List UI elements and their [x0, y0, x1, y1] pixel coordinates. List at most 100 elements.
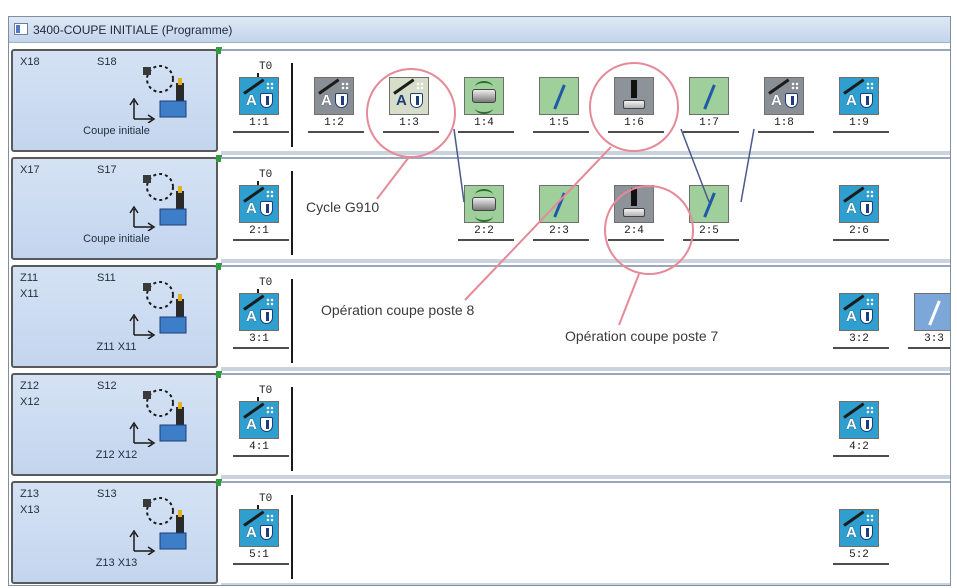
operation-label: 1:6 — [624, 117, 644, 129]
tool-dots-glyph — [266, 190, 274, 198]
tool-a-shield-icon[interactable]: A — [839, 185, 879, 223]
channel-panel[interactable]: Z12 X12 S12 Z12 X12 — [11, 371, 222, 476]
operation-label: 1:2 — [324, 117, 344, 129]
channel-panel[interactable]: X18 S18 Coupe initiale — [11, 47, 222, 152]
axis-label: Z11 — [20, 272, 39, 284]
tool-dots-glyph — [266, 406, 274, 414]
lane-boundary — [291, 495, 293, 579]
tool-a-shield-icon[interactable]: A — [239, 509, 279, 547]
tool-letter-glyph: A — [846, 200, 857, 217]
operation-label: 2:4 — [624, 225, 644, 237]
operation-label: 3:2 — [849, 333, 869, 345]
tool-a-shield-icon[interactable]: A — [839, 293, 879, 331]
tool-shield-glyph — [860, 309, 873, 324]
tool-letter-glyph: A — [246, 416, 257, 433]
tool-a-shield-icon[interactable]: A — [764, 77, 804, 115]
part-glyph — [623, 100, 645, 109]
tool-letter-glyph: A — [321, 92, 332, 109]
operation-label: 1:5 — [549, 117, 569, 129]
axis-label: X17 — [20, 164, 40, 176]
operation-label: 2:2 — [474, 225, 494, 237]
lane-boundary — [291, 63, 293, 147]
linear-move-icon[interactable] — [689, 185, 729, 223]
window-title-bar[interactable]: 3400-COUPE INITIALE (Programme) — [9, 17, 950, 43]
tool-letter-glyph: A — [246, 308, 257, 325]
tool-a-shield-icon[interactable]: A — [389, 77, 429, 115]
lane-divider — [221, 367, 950, 371]
tool-dots-glyph — [866, 190, 874, 198]
slash-glyph — [703, 84, 716, 110]
operation-underline — [233, 563, 289, 565]
tool-label: T0 — [259, 61, 273, 73]
channel-panel[interactable]: Z11 X11 S11 Z11 X11 — [11, 263, 222, 368]
operation-label: 1:3 — [399, 117, 419, 129]
tool-a-shield-icon[interactable]: A — [239, 77, 279, 115]
tool-shield-glyph — [410, 93, 423, 108]
operation-underline — [233, 131, 289, 133]
lane-boundary — [291, 171, 293, 255]
operation-underline — [683, 239, 739, 241]
tool-a-shield-icon[interactable]: A — [239, 401, 279, 439]
operation-underline — [908, 347, 950, 349]
linear-move-icon[interactable] — [689, 77, 729, 115]
operation-underline — [833, 131, 889, 133]
tool-shield-glyph — [860, 201, 873, 216]
axis-label: Z12 — [20, 380, 39, 392]
channel-panel[interactable]: Z13 X13 S13 Z13 X13 — [11, 479, 222, 584]
slash-glyph — [553, 192, 566, 218]
tool-letter-glyph: A — [246, 200, 257, 217]
channel-name: Z13 X13 — [95, 557, 138, 569]
tool-label: T0 — [259, 277, 273, 289]
tool-shield-glyph — [860, 417, 873, 432]
tool-letter-glyph: A — [846, 524, 857, 541]
spindle-axis-icon — [129, 389, 187, 447]
linear-move-icon[interactable] — [539, 77, 579, 115]
spindle-label: S18 — [97, 56, 117, 68]
linear-move-icon[interactable] — [539, 185, 579, 223]
tool-letter-glyph: A — [846, 416, 857, 433]
cylinder-glyph — [472, 197, 496, 211]
tool-dots-glyph — [266, 298, 274, 306]
operation-label: 1:4 — [474, 117, 494, 129]
linear-move-icon[interactable] — [914, 293, 950, 331]
tool-dots-glyph — [341, 82, 349, 90]
tool-shield-glyph — [260, 201, 273, 216]
program-window: 3400-COUPE INITIALE (Programme) X18 S18 Co… — [8, 16, 951, 586]
annotation-operation-poste-8: Opération coupe poste 8 — [321, 302, 475, 318]
rotating-cylinder-icon[interactable] — [464, 77, 504, 115]
cut-off-icon[interactable] — [614, 77, 654, 115]
operation-underline — [458, 131, 514, 133]
operation-underline — [608, 239, 664, 241]
operation-underline — [233, 239, 289, 241]
cut-off-icon[interactable] — [614, 185, 654, 223]
tool-a-shield-icon[interactable]: A — [839, 509, 879, 547]
rotating-cylinder-icon[interactable] — [464, 185, 504, 223]
tool-a-shield-icon[interactable]: A — [239, 185, 279, 223]
operation-label: 4:2 — [849, 441, 869, 453]
tool-label: T0 — [259, 169, 273, 181]
tool-a-shield-icon[interactable]: A — [839, 401, 879, 439]
tool-a-shield-icon[interactable]: A — [239, 293, 279, 331]
operation-label: 1:1 — [249, 117, 269, 129]
spindle-axis-icon — [129, 497, 187, 555]
operation-underline — [383, 131, 439, 133]
rotation-arrow-glyph — [475, 102, 493, 114]
tool-shield-glyph — [260, 309, 273, 324]
operation-label: 2:6 — [849, 225, 869, 237]
spindle-axis-icon — [129, 173, 187, 231]
slash-glyph — [703, 192, 716, 218]
tool-letter-glyph: A — [396, 92, 407, 109]
operation-underline — [758, 131, 814, 133]
tool-a-shield-icon[interactable]: A — [314, 77, 354, 115]
operation-underline — [458, 239, 514, 241]
operation-label: 2:1 — [249, 225, 269, 237]
tool-a-shield-icon[interactable]: A — [839, 77, 879, 115]
spindle-label: S11 — [97, 272, 116, 284]
annotation-cycle-g910: Cycle G910 — [306, 199, 380, 215]
operation-label: 1:7 — [699, 117, 719, 129]
channel-panel[interactable]: X17 S17 Coupe initiale — [11, 155, 222, 260]
spindle-label: S17 — [97, 164, 117, 176]
tool-shield-glyph — [860, 93, 873, 108]
tool-dots-glyph — [866, 82, 874, 90]
slash-glyph — [928, 300, 941, 326]
